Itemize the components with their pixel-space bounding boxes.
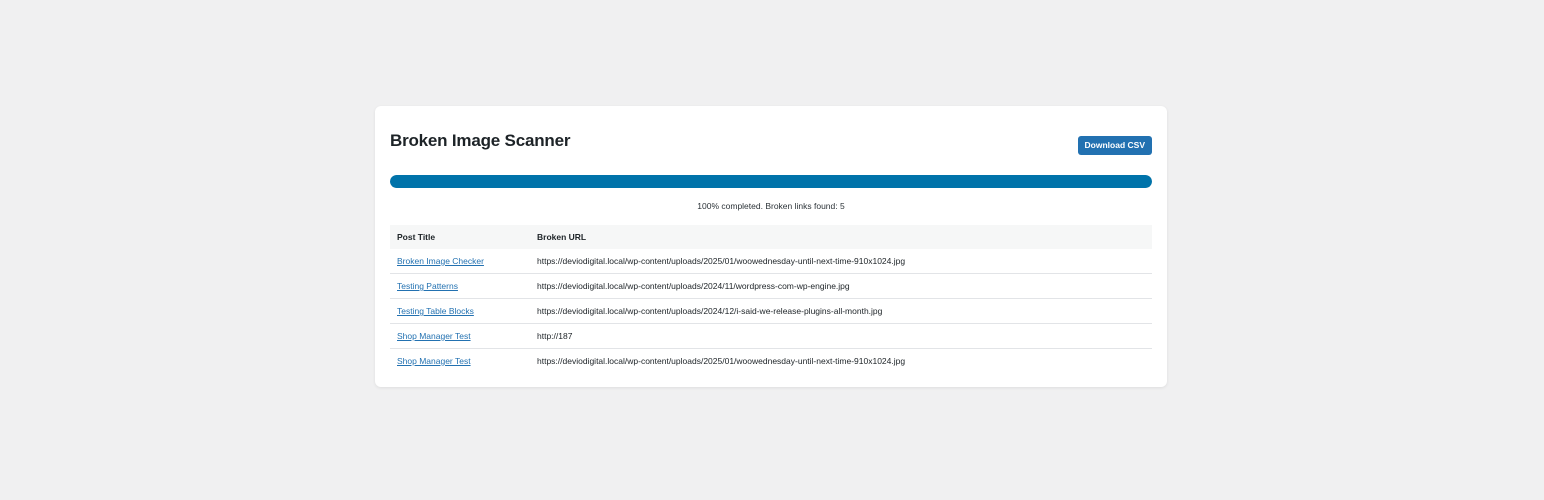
post-title-cell: Shop Manager Test xyxy=(390,323,530,349)
broken-links-table: Post Title Broken URL Broken Image Check… xyxy=(390,225,1152,373)
progress-bar-fill xyxy=(390,175,1152,188)
column-header-post-title: Post Title xyxy=(397,232,436,242)
column-header-broken-url: Broken URL xyxy=(537,232,587,242)
table-row: Broken Image Checker https://deviodigita… xyxy=(390,249,1152,274)
broken-url-cell: https://deviodigital.local/wp-content/up… xyxy=(530,273,1152,299)
broken-url-cell: https://deviodigital.local/wp-content/up… xyxy=(537,356,906,366)
post-title-cell: Testing Table Blocks xyxy=(390,298,530,324)
post-title-cell: Testing Patterns xyxy=(390,273,530,299)
table-row: Testing Patterns https://deviodigital.lo… xyxy=(390,273,1152,299)
post-title-cell: Shop Manager Test xyxy=(390,349,530,374)
page-title: Broken Image Scanner xyxy=(390,131,571,150)
table-row: Shop Manager Test https://deviodigital.l… xyxy=(390,349,1152,374)
progress-bar xyxy=(390,175,1152,188)
progress-status-text: 100% completed. Broken links found: 5 xyxy=(697,201,845,211)
panel-header: Broken Image Scanner Download CSV xyxy=(390,128,1152,155)
broken-url-cell: https://deviodigital.local/wp-content/up… xyxy=(530,298,1152,324)
post-title-cell: Broken Image Checker xyxy=(390,249,530,274)
post-title-link[interactable]: Broken Image Checker xyxy=(397,256,484,266)
scanner-panel: Broken Image Scanner Download CSV 100% c… xyxy=(375,106,1167,387)
table-row: Testing Table Blocks https://deviodigita… xyxy=(390,298,1152,324)
post-title-link[interactable]: Shop Manager Test xyxy=(397,331,471,341)
broken-url-cell: https://deviodigital.local/wp-content/up… xyxy=(530,249,1152,274)
post-title-link[interactable]: Shop Manager Test xyxy=(397,356,471,366)
table-header-row: Post Title Broken URL xyxy=(390,225,1152,249)
broken-url-cell: http://187 xyxy=(530,323,1152,349)
download-csv-button[interactable]: Download CSV xyxy=(1077,135,1152,155)
post-title-link[interactable]: Testing Patterns xyxy=(397,281,458,291)
table-row: Shop Manager Test http://187 xyxy=(390,323,1152,349)
post-title-link[interactable]: Testing Table Blocks xyxy=(397,306,474,316)
